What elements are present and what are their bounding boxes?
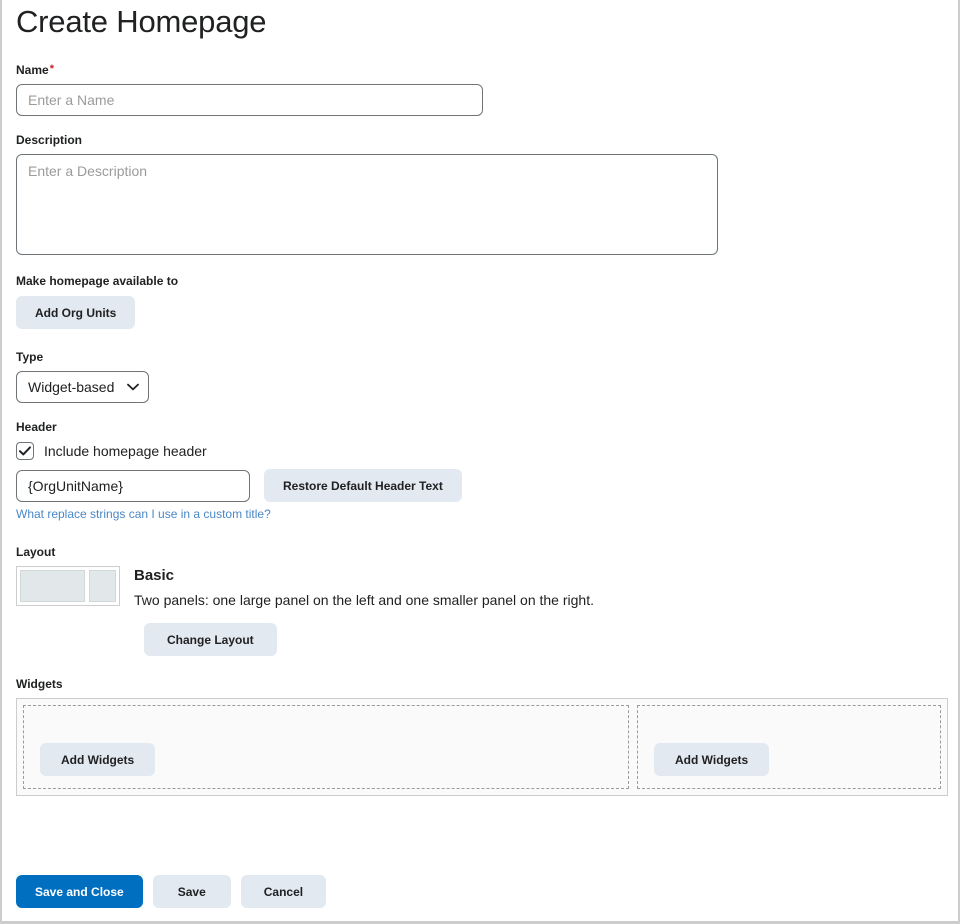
create-homepage-page: Create Homepage Name* Description Make h… xyxy=(0,0,960,924)
widgets-container: Add Widgets Add Widgets xyxy=(16,698,948,796)
layout-preview-row: Basic Two panels: one large panel on the… xyxy=(16,566,944,609)
add-widgets-button-left[interactable]: Add Widgets xyxy=(40,743,156,776)
name-field-group: Name* xyxy=(16,63,944,116)
include-header-checkbox-label: Include homepage header xyxy=(44,443,207,459)
header-text-row: Restore Default Header Text xyxy=(16,469,944,502)
widget-panel-right[interactable]: Add Widgets xyxy=(637,705,941,789)
description-field-group: Description xyxy=(16,133,944,255)
include-header-checkbox[interactable] xyxy=(16,442,34,460)
layout-description: Two panels: one large panel on the left … xyxy=(134,592,594,608)
include-header-checkbox-row[interactable]: Include homepage header xyxy=(16,442,944,460)
header-group: Header Include homepage header Restore D… xyxy=(16,420,944,523)
save-button[interactable]: Save xyxy=(152,875,231,908)
type-group: Type Widget-based xyxy=(16,350,944,403)
type-select-value: Widget-based xyxy=(28,379,115,395)
widgets-label: Widgets xyxy=(16,677,63,691)
type-select[interactable]: Widget-based xyxy=(16,371,149,403)
cancel-button[interactable]: Cancel xyxy=(240,875,327,908)
check-icon xyxy=(19,446,31,456)
description-input[interactable] xyxy=(16,154,718,255)
add-widgets-button-right[interactable]: Add Widgets xyxy=(654,743,770,776)
widget-panel-left[interactable]: Add Widgets xyxy=(23,705,629,789)
layout-name: Basic xyxy=(134,567,175,584)
name-label-text: Name xyxy=(16,63,49,77)
layout-two-panel-icon xyxy=(16,566,120,606)
footer-actions: Save and Close Save Cancel xyxy=(16,875,327,908)
widgets-group: Widgets Add Widgets Add Widgets xyxy=(16,677,948,796)
layout-panel-large xyxy=(20,570,85,602)
availability-label: Make homepage available to xyxy=(16,274,179,288)
restore-default-header-text-button[interactable]: Restore Default Header Text xyxy=(264,469,462,502)
replace-strings-help-link[interactable]: What replace strings can I use in a cust… xyxy=(16,507,271,521)
add-org-units-button[interactable]: Add Org Units xyxy=(16,296,136,329)
change-layout-button[interactable]: Change Layout xyxy=(144,623,277,656)
availability-group: Make homepage available to Add Org Units xyxy=(16,274,944,329)
header-text-input[interactable] xyxy=(16,469,250,502)
name-label: Name* xyxy=(16,63,944,77)
layout-panel-small xyxy=(89,570,116,602)
name-input[interactable] xyxy=(16,84,483,116)
page-title: Create Homepage xyxy=(16,4,267,39)
layout-label: Layout xyxy=(16,545,56,559)
layout-info: Basic Two panels: one large panel on the… xyxy=(134,566,594,609)
type-select-wrapper[interactable]: Widget-based xyxy=(16,371,149,403)
type-label: Type xyxy=(16,350,44,364)
save-and-close-button[interactable]: Save and Close xyxy=(16,875,143,908)
description-label: Description xyxy=(16,133,83,147)
header-label: Header xyxy=(16,420,57,434)
layout-group: Layout Basic Two panels: one large panel… xyxy=(16,545,944,656)
required-asterisk: * xyxy=(49,63,54,75)
